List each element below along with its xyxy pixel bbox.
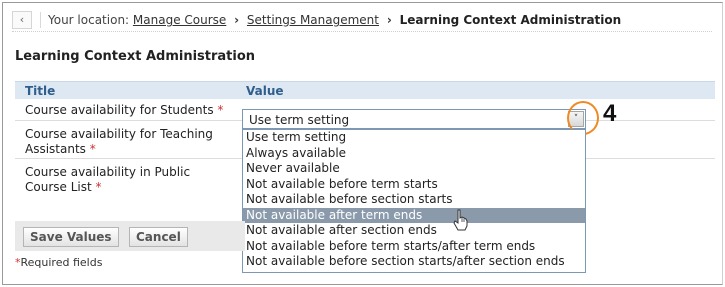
row-label: Course availability for Students * (25, 103, 224, 117)
table-header: Title Value (15, 81, 715, 99)
breadcrumb-separator: › (234, 13, 240, 27)
row-label: Course availability for Teaching Assista… (25, 127, 213, 156)
breadcrumb-divider (40, 12, 41, 28)
column-header-title: Title (25, 84, 56, 98)
hand-cursor-icon (453, 209, 468, 231)
save-values-button[interactable]: Save Values (23, 227, 119, 247)
callout-number: 4 (603, 100, 617, 127)
select-option[interactable]: Not available before term starts (243, 177, 585, 193)
page-title: Learning Context Administration (15, 49, 256, 64)
breadcrumb-separator: › (386, 13, 392, 27)
cancel-button[interactable]: Cancel (129, 227, 188, 247)
breadcrumb-trail: Your location: Manage Course › Settings … (48, 13, 621, 27)
breadcrumb: ‹ Your location: Manage Course › Setting… (12, 8, 712, 32)
breadcrumb-link-settings-management[interactable]: Settings Management (247, 13, 379, 27)
select-option[interactable]: Always available (243, 146, 585, 162)
column-header-value: Value (246, 84, 284, 98)
select-option[interactable]: Use term setting (243, 130, 585, 146)
select-dropdown-list: Use term setting Always available Never … (242, 129, 586, 273)
breadcrumb-link-manage-course[interactable]: Manage Course (133, 13, 226, 27)
select-option[interactable]: Never available (243, 161, 585, 177)
breadcrumb-location-label: Your location: (48, 13, 130, 27)
required-mark: * (217, 103, 224, 117)
form-actions: Save Values Cancel (15, 221, 245, 251)
select-option-hovered[interactable]: Not available after term ends (243, 207, 585, 223)
select-value: Use term setting (249, 113, 350, 127)
chevron-left-icon[interactable]: ‹ (12, 11, 32, 29)
select-option[interactable]: Not available before section starts/afte… (243, 254, 585, 270)
select-option[interactable]: Not available before term starts/after t… (243, 239, 585, 255)
required-mark: * (89, 142, 96, 156)
availability-select[interactable]: Use term setting ˅ (242, 109, 586, 129)
select-option[interactable]: Not available before section starts (243, 192, 585, 208)
select-option[interactable]: Not available after section ends (243, 223, 585, 239)
required-fields-note: *Required fields (15, 256, 103, 269)
breadcrumb-current: Learning Context Administration (399, 13, 622, 27)
row-label: Course availability in Public Course Lis… (25, 165, 191, 194)
required-mark: * (95, 180, 102, 194)
